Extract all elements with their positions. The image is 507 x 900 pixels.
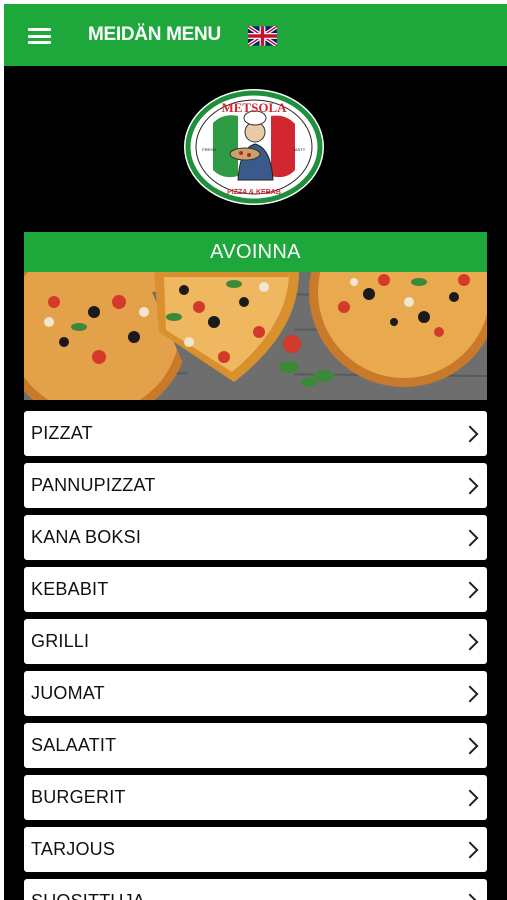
menu-item-label: SUOSITTUJA [24, 891, 145, 900]
menu-item-label: PANNUPIZZAT [31, 475, 156, 495]
menu-item-label: TARJOUS [31, 839, 116, 859]
logo-top-text: METSOLA [221, 100, 287, 115]
menu-item-pizzat[interactable]: PIZZAT [24, 411, 487, 456]
page-title: MEIDÄN MENU [88, 24, 221, 45]
chevron-right-icon [461, 841, 479, 858]
pizza-banner-image [24, 272, 487, 400]
logo-left-text: FRESH [202, 147, 216, 152]
menu-item-label: PIZZAT [31, 423, 93, 443]
menu-item-kana-boksi[interactable]: KANA BOKSI [24, 515, 487, 560]
open-status-banner: AVOINNA [24, 232, 487, 272]
menu-item-suosittuja[interactable]: SUOSITTUJA [24, 879, 487, 900]
menu-item-label: KEBABIT [31, 579, 109, 599]
app-frame: MEIDÄN MENU METSOLA PIZZA & KEBAB FRESH … [4, 4, 507, 900]
logo-bottom-text: PIZZA & KEBAB [227, 189, 281, 196]
chevron-right-icon [461, 477, 479, 494]
menu-item-label: KANA BOKSI [31, 527, 142, 547]
menu-item-juomat[interactable]: JUOMAT [24, 671, 487, 716]
menu-item-label: JUOMAT [31, 683, 105, 703]
chevron-right-icon [461, 633, 479, 650]
menu-item-salaatit[interactable]: SALAATIT [24, 723, 487, 768]
chevron-right-icon [461, 893, 479, 900]
menu-item-pannupizzat[interactable]: PANNUPIZZAT [24, 463, 487, 508]
chevron-right-icon [461, 789, 479, 806]
top-app-bar: MEIDÄN MENU [4, 4, 507, 66]
chevron-right-icon [461, 685, 479, 702]
chevron-right-icon [461, 581, 479, 598]
chevron-right-icon [461, 425, 479, 442]
menu-category-list: PIZZAT PANNUPIZZAT KANA BOKSI KEBABIT GR… [24, 411, 487, 900]
menu-item-label: GRILLI [31, 631, 90, 651]
restaurant-logo: METSOLA PIZZA & KEBAB FRESH TASTY [184, 89, 324, 205]
menu-item-grilli[interactable]: GRILLI [24, 619, 487, 664]
menu-item-label: BURGERIT [31, 787, 126, 807]
menu-item-label: SALAATIT [31, 735, 117, 755]
uk-flag-icon[interactable] [248, 26, 277, 46]
chevron-right-icon [461, 737, 479, 754]
chevron-right-icon [461, 529, 479, 546]
logo-right-text: TASTY [293, 147, 306, 152]
menu-item-tarjous[interactable]: TARJOUS [24, 827, 487, 872]
menu-item-kebabit[interactable]: KEBABIT [24, 567, 487, 612]
hamburger-icon[interactable] [28, 28, 51, 44]
menu-item-burgerit[interactable]: BURGERIT [24, 775, 487, 820]
